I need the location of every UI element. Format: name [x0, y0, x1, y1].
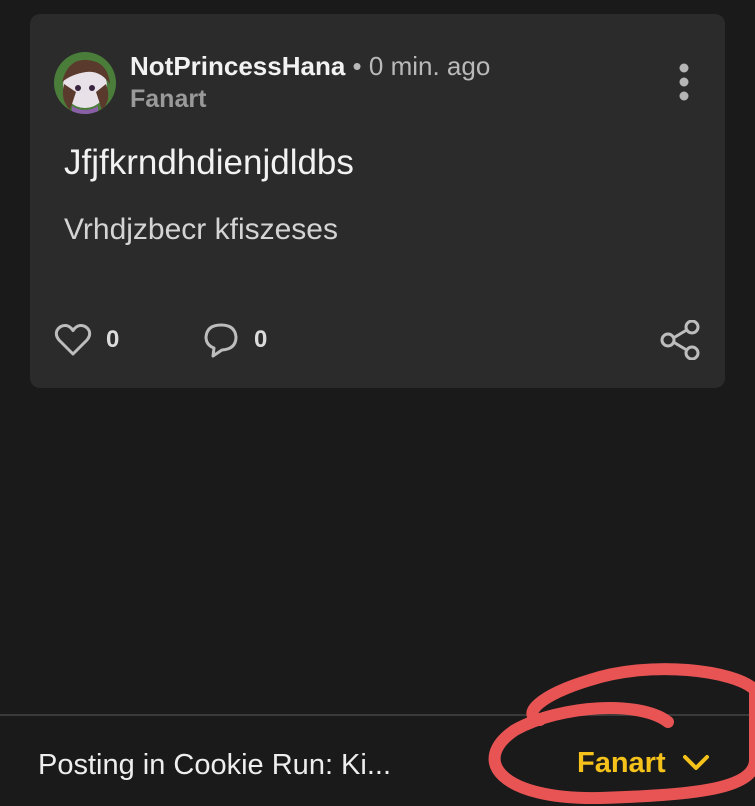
- author-name[interactable]: NotPrincessHana: [130, 51, 345, 81]
- posting-bar: Posting in Cookie Run: Ki... Fanart: [0, 714, 755, 806]
- comment-icon: [204, 323, 238, 358]
- heart-icon: [54, 323, 92, 356]
- like-count: 0: [106, 326, 120, 353]
- post-title[interactable]: Jfjfkrndhdienjdldbs: [64, 142, 354, 184]
- category-dropdown[interactable]: Fanart: [577, 746, 710, 780]
- meta-separator: •: [352, 51, 362, 81]
- like-button[interactable]: 0: [54, 318, 119, 362]
- posting-in-community[interactable]: Posting in Cookie Run: Ki...: [38, 748, 391, 782]
- comment-count: 0: [254, 326, 268, 353]
- post-card[interactable]: NotPrincessHana • 0 min. ago Fanart Jfjf…: [30, 14, 725, 388]
- avatar[interactable]: [54, 52, 116, 114]
- post-meta-row: NotPrincessHana • 0 min. ago: [130, 50, 490, 82]
- share-icon: [660, 319, 700, 361]
- post-category[interactable]: Fanart: [130, 84, 206, 114]
- chevron-down-icon: [682, 755, 709, 770]
- share-button[interactable]: [659, 319, 701, 361]
- post-time: 0 min. ago: [368, 51, 491, 81]
- category-dropdown-label: Fanart: [577, 747, 666, 779]
- more-vertical-icon: [679, 63, 689, 101]
- more-options-button[interactable]: [675, 62, 693, 102]
- comment-button[interactable]: 0: [202, 318, 267, 362]
- post-body[interactable]: Vrhdjzbecr kfiszeses: [64, 212, 338, 248]
